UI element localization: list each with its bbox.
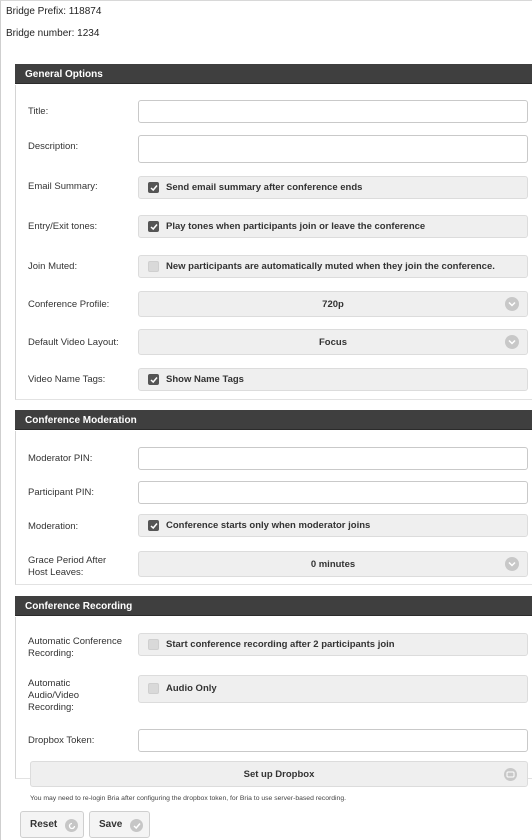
set-up-dropbox-label: Set up Dropbox [243,769,315,780]
checkmark-icon[interactable] [148,182,159,193]
reset-button[interactable]: Reset [20,811,84,838]
reset-label: Reset [30,819,58,830]
save-button[interactable]: Save [89,811,150,838]
conference-moderation-heading: Conference Moderation [15,410,532,430]
checkmark-icon[interactable] [148,520,159,531]
entry-exit-tones-label: Entry/Exit tones: [28,221,98,232]
conference-recording-heading: Conference Recording [15,596,532,616]
email-summary-label: Email Summary: [28,181,98,192]
moderator-pin-label: Moderator PIN: [28,453,93,464]
automatic-conference-recording-text: Start conference recording after 2 parti… [166,639,395,650]
unchecked-box-icon[interactable] [148,683,159,694]
unchecked-box-icon[interactable] [148,261,159,272]
general-options-heading: General Options [15,64,532,84]
default-video-layout-select[interactable]: Focus [138,329,528,355]
video-name-tags-text: Show Name Tags [166,374,244,385]
video-name-tags-checkbox-row[interactable]: Show Name Tags [138,368,528,391]
bridge-prefix: Bridge Prefix: 118874 [6,6,102,17]
audio-only-text: Audio Only [166,683,217,694]
participant-pin-label: Participant PIN: [28,487,94,498]
title-input[interactable] [138,100,528,123]
entry-exit-tones-text: Play tones when participants join or lea… [166,221,426,232]
email-summary-checkbox-row[interactable]: Send email summary after conference ends [138,176,528,199]
dropbox-token-input[interactable] [138,729,528,752]
email-summary-text: Send email summary after conference ends [166,182,363,193]
title-label: Title: [28,106,49,117]
checkmark-icon [130,819,143,832]
bridge-number: Bridge number: 1234 [6,28,100,39]
automatic-audio-video-recording-checkbox-row[interactable]: Audio Only [138,675,528,703]
video-name-tags-label: Video Name Tags: [28,374,106,385]
grace-period-value: 0 minutes [310,559,356,570]
reset-icon [65,819,78,832]
automatic-conference-recording-checkbox-row[interactable]: Start conference recording after 2 parti… [138,633,528,656]
description-input[interactable] [138,135,528,163]
checkmark-icon[interactable] [148,221,159,232]
conference-profile-select[interactable]: 720p [138,291,528,317]
chevron-down-icon [505,335,519,349]
join-muted-label: Join Muted: [28,261,78,272]
automatic-audio-video-recording-label: Automatic Audio/Video Recording: [28,678,80,713]
chevron-down-icon [505,557,519,571]
conference-profile-value: 720p [322,299,344,310]
automatic-conference-recording-label: Automatic Conference Recording: [28,636,122,659]
dropbox-token-label: Dropbox Token: [28,735,95,746]
conference-profile-label: Conference Profile: [28,299,110,310]
moderation-text: Conference starts only when moderator jo… [166,520,371,531]
grace-period-select[interactable]: 0 minutes [138,551,528,577]
moderator-pin-input[interactable] [138,447,528,470]
checkmark-icon[interactable] [148,374,159,385]
description-label: Description: [28,141,79,152]
save-label: Save [99,819,123,830]
chevron-down-icon [505,297,519,311]
moderation-checkbox-row[interactable]: Conference starts only when moderator jo… [138,514,528,537]
moderation-label: Moderation: [28,521,79,532]
join-muted-checkbox-row[interactable]: New participants are automatically muted… [138,255,528,278]
default-video-layout-value: Focus [319,337,347,348]
grace-period-label: Grace Period After Host Leaves: [28,555,107,578]
set-up-dropbox-button[interactable]: Set up Dropbox [30,761,528,787]
unchecked-box-icon[interactable] [148,639,159,650]
participant-pin-input[interactable] [138,481,528,504]
entry-exit-tones-checkbox-row[interactable]: Play tones when participants join or lea… [138,215,528,238]
dropbox-note: You may need to re-login Bria after conf… [30,795,346,802]
cloud-icon [504,768,517,781]
join-muted-text: New participants are automatically muted… [166,261,495,272]
default-video-layout-label: Default Video Layout: [28,337,119,348]
